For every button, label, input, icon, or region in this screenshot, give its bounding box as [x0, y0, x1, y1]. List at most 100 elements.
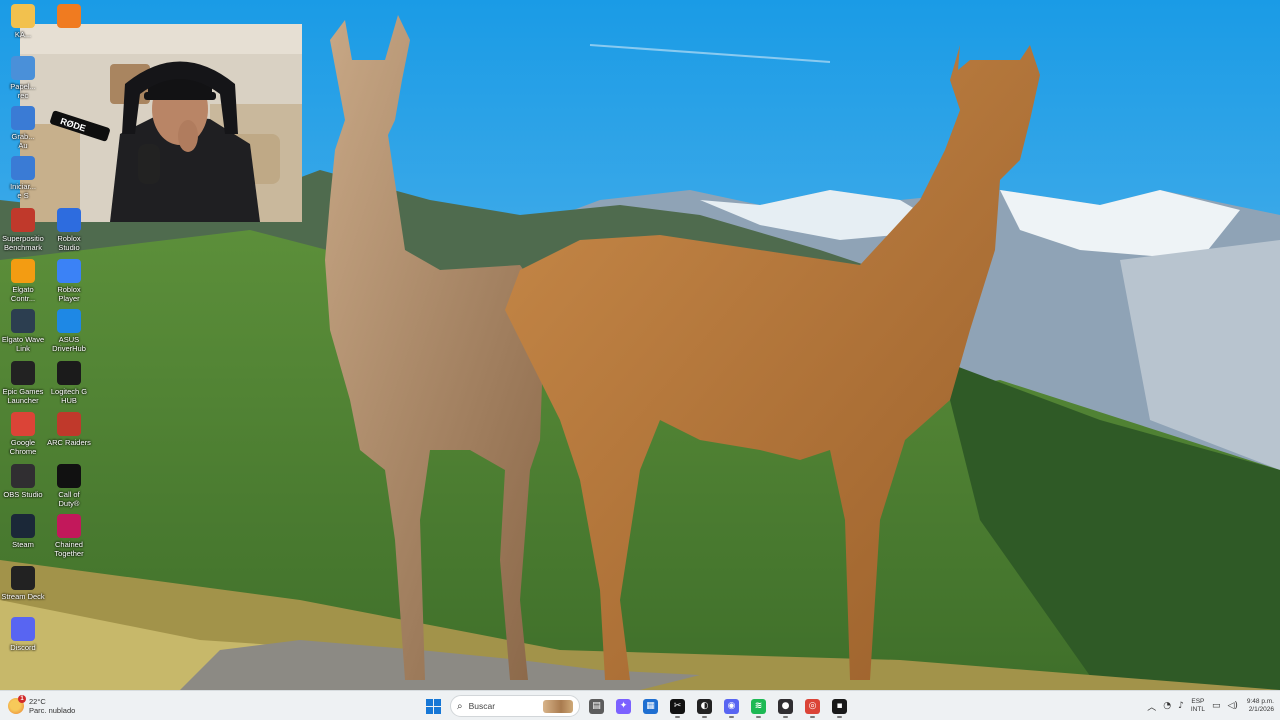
benchmark-icon: [11, 208, 35, 232]
folder-icon: [11, 4, 35, 28]
desktop-icon[interactable]: Iniciar... e S: [0, 156, 46, 200]
recycle-bin-icon: [11, 56, 35, 80]
desktop-icon-label: Roblox Player: [57, 285, 81, 303]
taskbar-app-button[interactable]: ▦: [637, 693, 664, 719]
running-indicator: [810, 716, 815, 718]
desktop-icon[interactable]: Epic Games Launcher: [0, 361, 46, 405]
webcam-feed: RØDE: [20, 24, 302, 222]
desktop-icon[interactable]: OBS Studio: [0, 464, 46, 499]
keyboard-layout: INTL: [1190, 706, 1205, 713]
stream-deck-taskbar-icon: ▪: [832, 698, 847, 714]
taskbar-app-button[interactable]: ✂: [664, 693, 691, 719]
running-indicator: [675, 716, 680, 718]
weather-widget[interactable]: 1 22°C Parc. nublado: [8, 694, 75, 718]
language-code: ESP: [1191, 698, 1205, 705]
copilot-taskbar-icon: ✦: [616, 698, 631, 714]
desktop-icon-label: Discord: [10, 643, 36, 652]
roblox-studio-icon: [57, 208, 81, 232]
taskbar-app-button[interactable]: ▪: [826, 693, 853, 719]
weather-description: Parc. nublado: [29, 706, 76, 715]
desktop-icon-label: OBS Studio: [3, 490, 43, 499]
weather-temperature: 22°C: [29, 697, 46, 706]
desktop-icon-label: Elgato Contr...: [10, 285, 36, 303]
network-status-icon[interactable]: ◔: [1163, 701, 1171, 711]
running-indicator: [837, 716, 842, 718]
taskbar-app-button[interactable]: ◎: [799, 693, 826, 719]
desktop-icon-label: Superpositio Benchmark: [2, 234, 44, 252]
taskbar-apps: ⌕ Buscar ▤ ✦ ▦ ✂ ◐ ◉ ≋ ● ◎ ▪: [420, 693, 853, 719]
launcher-icon: [11, 156, 35, 180]
desktop-icon[interactable]: Stream Deck: [0, 566, 46, 601]
chrome-icon: [11, 412, 35, 436]
running-indicator: [756, 716, 761, 718]
desktop-icon[interactable]: Logitech G HUB: [46, 361, 92, 405]
desktop-icon[interactable]: ASUS DriverHub: [46, 309, 92, 353]
desktop-icon-label: Iniciar... e S: [10, 182, 36, 200]
desktop-icon-label: Chained Together: [54, 540, 84, 558]
arc-raiders-icon: [57, 412, 81, 436]
obs-studio-icon: [11, 464, 35, 488]
desktop-icon[interactable]: ARC Raiders: [46, 412, 92, 447]
taskbar-app-button[interactable]: ≋: [745, 693, 772, 719]
running-indicator: [729, 716, 734, 718]
file-explorer-taskbar-icon: ▤: [589, 698, 604, 714]
weather-icon: 1: [8, 695, 26, 714]
taskbar-app-button[interactable]: ✦: [610, 693, 637, 719]
desktop-icon[interactable]: Steam: [0, 514, 46, 549]
taskbar-app-button[interactable]: ◉: [718, 693, 745, 719]
windows-logo-icon: [426, 698, 441, 714]
taskbar: 1 22°C Parc. nublado ⌕ Buscar ▤ ✦ ▦ ✂ ◐ ◉ ≋ ● ◎ ▪…: [0, 690, 1280, 720]
elgato-control-icon: [11, 259, 35, 283]
discord-icon: [11, 617, 35, 641]
desktop-icon-label: Papel... rec: [10, 82, 36, 100]
chained-together-icon: [57, 514, 81, 538]
desktop-icon-label: Elgato Wave Link: [1, 335, 45, 353]
desktop-icon-label: Grab... Au: [11, 132, 35, 150]
clock[interactable]: 9:48 p.m. 2/1/2026: [1247, 698, 1274, 715]
spotify-taskbar-icon: ≋: [751, 698, 766, 714]
taskbar-app-button[interactable]: ●: [772, 693, 799, 719]
volume-icon[interactable]: ◁): [1227, 701, 1237, 711]
desktop-icon[interactable]: Roblox Player: [46, 259, 92, 303]
desktop-icon-label: Epic Games Launcher: [2, 387, 44, 405]
desktop-icon[interactable]: Roblox Studio: [46, 208, 92, 252]
desktop-icon[interactable]: Discord: [0, 617, 46, 652]
roblox-player-icon: [57, 259, 81, 283]
desktop-icon[interactable]: Call of Duty®: [46, 464, 92, 508]
asus-driverhub-icon: [57, 309, 81, 333]
desktop-icon[interactable]: Superpositio Benchmark: [0, 208, 46, 252]
clock-date: 2/1/2026: [1248, 706, 1274, 713]
input-language-indicator[interactable]: ESP INTL: [1191, 698, 1205, 714]
call-of-duty-icon: [57, 464, 81, 488]
desktop-icon-label: Stream Deck: [1, 592, 45, 601]
desktop-icon[interactable]: [46, 4, 92, 30]
desktop-icon-label: Steam: [12, 540, 34, 549]
desktop-icon[interactable]: Google Chrome: [0, 412, 46, 456]
app-orange-icon: [57, 4, 81, 28]
capcut-taskbar-icon: ✂: [670, 698, 685, 714]
desktop-icon-label: Logitech G HUB: [50, 387, 88, 405]
taskbar-app-button[interactable]: ▤: [583, 693, 610, 719]
desktop-icon[interactable]: Papel... rec: [0, 56, 46, 100]
notification-badge: 1: [18, 695, 26, 703]
desktop-icon-label: ARC Raiders: [47, 438, 91, 447]
search-highlight-image: [543, 700, 573, 713]
elgato-wave-link-icon: [11, 309, 35, 333]
desktop-icon-label: KA...: [14, 30, 32, 39]
start-button[interactable]: [420, 693, 447, 719]
display-icon[interactable]: ▭: [1212, 701, 1221, 711]
desktop-icon[interactable]: Grab... Au: [0, 106, 46, 150]
system-tray: ︿ ◔ ♪ ESP INTL ▭ ◁) 9:48 p.m. 2/1/2026: [1147, 693, 1274, 719]
show-hidden-icons-chevron-icon[interactable]: ︿: [1147, 700, 1156, 713]
microphone-icon[interactable]: ♪: [1178, 701, 1184, 711]
desktop-icon[interactable]: KA...: [0, 4, 46, 39]
desktop-icon[interactable]: Chained Together: [46, 514, 92, 558]
taskbar-search[interactable]: ⌕ Buscar: [450, 695, 580, 717]
desktop-icon[interactable]: Elgato Contr...: [0, 259, 46, 303]
logitech-ghub-icon: [57, 361, 81, 385]
chrome-taskbar-icon: ◎: [805, 698, 820, 714]
steam-icon: [11, 514, 35, 538]
discord-taskbar-icon: ◉: [724, 698, 739, 714]
desktop-icon[interactable]: Elgato Wave Link: [0, 309, 46, 353]
taskbar-app-button[interactable]: ◐: [691, 693, 718, 719]
